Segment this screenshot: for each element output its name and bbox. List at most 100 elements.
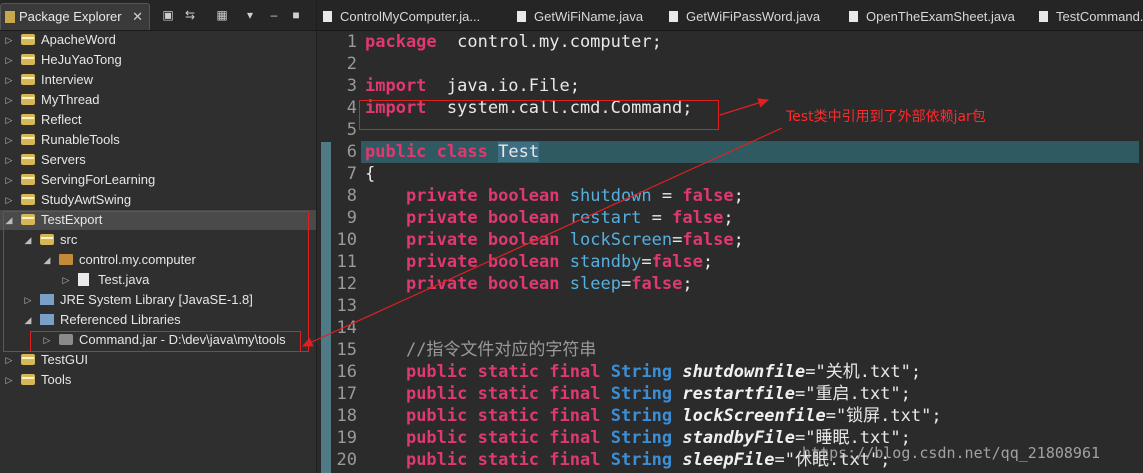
tree-item[interactable]: ▷ HeJuYaoTong bbox=[0, 50, 316, 70]
tab-package-explorer[interactable]: Package Explorer ✕ bbox=[0, 3, 150, 30]
collapsed-arrow-icon[interactable]: ▷ bbox=[4, 190, 14, 210]
code-token: final bbox=[549, 428, 601, 448]
code-token: final bbox=[549, 450, 601, 470]
editor-tab[interactable]: GetWiFiName.java bbox=[517, 6, 643, 28]
code-line: package control.my.computer; bbox=[365, 31, 662, 53]
line-number: 9 bbox=[346, 208, 357, 228]
line-number: 6 bbox=[346, 142, 357, 162]
code-line: private boolean restart = false; bbox=[365, 207, 734, 229]
collapsed-arrow-icon[interactable]: ▷ bbox=[4, 170, 14, 190]
close-icon[interactable]: ✕ bbox=[132, 4, 143, 30]
code-editor: ControlMyComputer.ja... GetWiFiName.java G… bbox=[317, 0, 1143, 473]
line-number: 10 bbox=[336, 230, 357, 250]
code-token: lockScreenfile bbox=[682, 406, 826, 426]
project-icon bbox=[21, 74, 35, 85]
code-token: private bbox=[405, 208, 478, 228]
line-number: 14 bbox=[336, 318, 357, 338]
tree-item[interactable]: ▷ Servers bbox=[0, 150, 316, 170]
project-icon bbox=[21, 154, 35, 165]
line-number: 13 bbox=[336, 296, 357, 316]
collapsed-arrow-icon[interactable]: ▷ bbox=[4, 50, 14, 70]
editor-tab-label: ControlMyComputer.ja... bbox=[340, 9, 481, 24]
collapsed-arrow-icon[interactable]: ▷ bbox=[4, 110, 14, 130]
code-area[interactable]: package control.my.computer; import java.… bbox=[361, 31, 1143, 473]
editor-tab-label: OpenTheExamSheet.java bbox=[866, 9, 1015, 24]
collapse-all-icon[interactable]: ▣ bbox=[160, 7, 176, 23]
editor-tab[interactable]: TestCommand. bbox=[1039, 6, 1143, 28]
collapsed-arrow-icon[interactable]: ▷ bbox=[4, 30, 14, 50]
tree-item[interactable]: ▷ Reflect bbox=[0, 110, 316, 130]
code-token: final bbox=[549, 362, 601, 382]
code-token: = bbox=[651, 186, 683, 206]
package-explorer-panel: Package Explorer ✕ ▣ ⇆ ▦ ▾ – ■ ▷ ApacheWo… bbox=[0, 0, 317, 473]
code-token: false bbox=[682, 230, 734, 250]
code-token: restartfile bbox=[682, 384, 795, 404]
collapsed-arrow-icon[interactable]: ▷ bbox=[4, 70, 14, 90]
code-token: public bbox=[405, 450, 468, 470]
link-with-editor-icon[interactable]: ⇆ bbox=[182, 7, 198, 23]
project-icon bbox=[21, 94, 35, 105]
editor-tab[interactable]: OpenTheExamSheet.java bbox=[849, 6, 1015, 28]
tree-item[interactable]: ▷ ApacheWord bbox=[0, 30, 316, 50]
project-icon bbox=[21, 374, 35, 385]
tree-item[interactable]: ▷ MyThread bbox=[0, 90, 316, 110]
tree-item[interactable]: ▷ ServingForLearning bbox=[0, 170, 316, 190]
code-token: boolean bbox=[487, 230, 560, 250]
code-token: { bbox=[365, 164, 376, 184]
code-token: static bbox=[477, 450, 540, 470]
code-line: private boolean sleep=false; bbox=[365, 273, 693, 295]
code-token: String bbox=[610, 362, 673, 382]
tree-item[interactable]: ▷ TestGUI bbox=[0, 350, 316, 370]
tree-item[interactable]: ▷ StudyAwtSwing bbox=[0, 190, 316, 210]
editor-tab[interactable]: ControlMyComputer.ja... bbox=[323, 6, 480, 28]
code-token: boolean bbox=[487, 274, 560, 294]
line-number: 19 bbox=[336, 428, 357, 448]
collapsed-arrow-icon[interactable]: ▷ bbox=[4, 90, 14, 110]
code-token: ; bbox=[733, 186, 744, 206]
code-token: static bbox=[477, 362, 540, 382]
tree-item-label: HeJuYaoTong bbox=[41, 52, 122, 67]
maximize-icon[interactable]: ■ bbox=[288, 7, 304, 23]
collapsed-arrow-icon[interactable]: ▷ bbox=[4, 130, 14, 150]
tree-item[interactable]: ▷ RunableTools bbox=[0, 130, 316, 150]
tree-item[interactable]: ▷ Tools bbox=[0, 370, 316, 390]
code-line: public class Test bbox=[365, 141, 540, 163]
line-number: 4 bbox=[346, 98, 357, 118]
code-token: class bbox=[436, 142, 488, 162]
code-token: sleepFile bbox=[682, 450, 775, 470]
tree-item[interactable]: ▷ Interview bbox=[0, 70, 316, 90]
code-line: import java.io.File; bbox=[365, 75, 580, 97]
code-token: boolean bbox=[487, 208, 560, 228]
code-token: lockScreen bbox=[569, 230, 673, 250]
code-token: final bbox=[549, 406, 601, 426]
package-explorer-icon bbox=[5, 11, 15, 23]
code-token: String bbox=[610, 384, 673, 404]
line-number: 7 bbox=[346, 164, 357, 184]
line-number: 2 bbox=[346, 54, 357, 74]
collapsed-arrow-icon[interactable]: ▷ bbox=[4, 370, 14, 390]
tree-item-label: Reflect bbox=[41, 112, 82, 127]
collapsed-arrow-icon[interactable]: ▷ bbox=[4, 150, 14, 170]
collapsed-arrow-icon[interactable]: ▷ bbox=[4, 350, 14, 370]
code-token: = bbox=[620, 274, 632, 294]
filter-icon[interactable]: ▦ bbox=[214, 7, 230, 23]
code-token: private bbox=[405, 274, 478, 294]
code-token: control.my.computer; bbox=[436, 32, 662, 52]
project-icon bbox=[21, 34, 35, 45]
line-number: 20 bbox=[336, 450, 357, 470]
editor-tab[interactable]: GetWiFiPassWord.java bbox=[669, 6, 820, 28]
view-menu-icon[interactable]: ▾ bbox=[242, 7, 258, 23]
tree-item-label: Interview bbox=[41, 72, 94, 87]
minimize-icon[interactable]: – bbox=[266, 7, 282, 23]
code-token: private bbox=[405, 230, 478, 250]
